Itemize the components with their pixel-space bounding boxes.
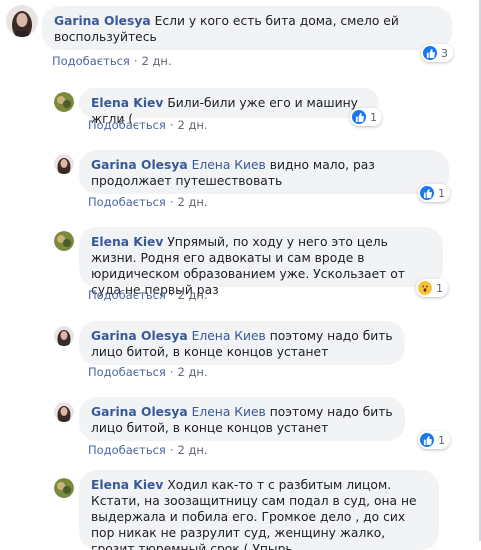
reaction-count: 1 [438, 433, 445, 447]
comment-author[interactable]: Garina Olesya [91, 158, 188, 172]
comment-bubble: Garina Olesya Елена Киев поэтому надо би… [79, 321, 405, 365]
reaction-badge[interactable]: 1 [418, 431, 450, 449]
like-icon [423, 46, 437, 60]
comment-author[interactable]: Elena Kiev [91, 96, 163, 110]
like-icon [420, 433, 434, 447]
like-link[interactable]: Подобається [88, 365, 166, 379]
comment-bubble: Elena Kiev Били-били уже его и машину жг… [79, 88, 379, 126]
comment-bubble: Garina Olesya Елена Киев поэтому надо би… [79, 397, 405, 441]
comment-timestamp[interactable]: 2 дн. [178, 365, 208, 379]
comment-author[interactable]: Garina Olesya [54, 14, 151, 28]
reaction-count: 1 [438, 186, 445, 200]
comment-actions: Подобається · 2 дн. [88, 195, 208, 209]
comment-actions: Подобається · 2 дн. [52, 54, 172, 68]
comment-author[interactable]: Elena Kiev [91, 235, 163, 249]
comment-bubble: Elena Kiev Ходил как-то т с разбитым лиц… [79, 470, 439, 550]
mention-link[interactable]: Елена Киев [192, 158, 266, 172]
reaction-badge[interactable]: 3 [421, 44, 453, 62]
avatar-garina[interactable] [54, 402, 74, 422]
like-icon [420, 186, 434, 200]
comment-timestamp[interactable]: 2 дн. [178, 195, 208, 209]
like-icon [352, 110, 366, 124]
reaction-badge[interactable]: 1 [416, 279, 448, 297]
comment-actions: Подобається · 2 дн. [88, 365, 208, 379]
like-link[interactable]: Подобається [88, 443, 166, 457]
avatar-elena[interactable] [54, 92, 74, 112]
avatar-elena[interactable] [54, 478, 74, 498]
mention-link[interactable]: Елена Киев [192, 329, 266, 343]
mention-link[interactable]: Елена Киев [192, 405, 266, 419]
wow-icon [418, 281, 432, 295]
reaction-badge[interactable]: 1 [418, 184, 450, 202]
comment-author[interactable]: Garina Olesya [91, 405, 188, 419]
reaction-count: 1 [370, 110, 377, 124]
comment-timestamp[interactable]: 2 дн. [178, 288, 208, 302]
comment-bubble: Garina Olesya Если у кого есть бита дома… [42, 6, 452, 50]
like-link[interactable]: Подобається [52, 54, 130, 68]
avatar-garina[interactable] [54, 326, 74, 346]
like-link[interactable]: Подобається [88, 118, 166, 132]
like-link[interactable]: Подобається [88, 195, 166, 209]
like-link[interactable]: Подобається [88, 288, 166, 302]
reaction-badge[interactable]: 1 [350, 108, 382, 126]
comment-timestamp[interactable]: 2 дн. [178, 118, 208, 132]
comment-actions: Подобається · 2 дн. [88, 288, 208, 302]
avatar-garina[interactable] [54, 154, 74, 174]
comment-author[interactable]: Elena Kiev [91, 478, 163, 492]
reaction-count: 1 [436, 281, 443, 295]
comment-actions: Подобається · 2 дн. [88, 118, 208, 132]
comment-bubble: Garina Olesya Елена Киев видно мало, раз… [79, 150, 449, 194]
avatar-garina[interactable] [6, 5, 38, 37]
comment-bubble: Elena Kiev Упрямый, по ходу у него это ц… [79, 227, 443, 297]
comment-author[interactable]: Garina Olesya [91, 329, 188, 343]
avatar-elena[interactable] [54, 231, 74, 251]
reaction-count: 3 [441, 46, 448, 60]
comment-timestamp[interactable]: 2 дн. [142, 54, 172, 68]
comment-actions: Подобається · 2 дн. [88, 443, 208, 457]
comment-timestamp[interactable]: 2 дн. [178, 443, 208, 457]
